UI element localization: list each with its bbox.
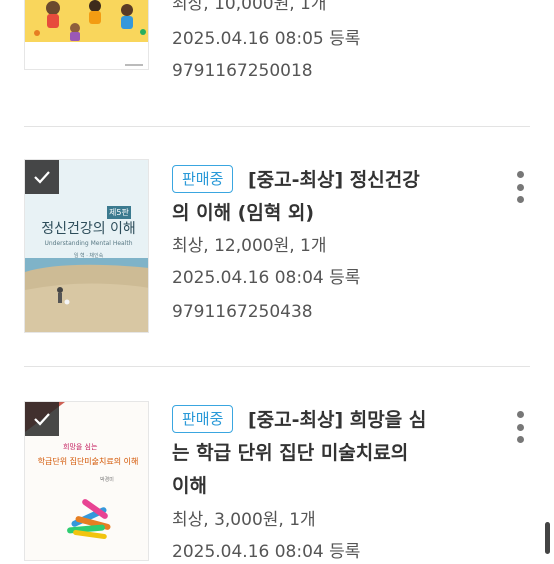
item-title-line[interactable]: [중고-최상] 희망을 심	[248, 404, 488, 436]
selected-check-icon[interactable]	[25, 160, 59, 194]
book-cover-thumbnail[interactable]	[24, 0, 149, 70]
item-title-line[interactable]: 는 학급 단위 집단 미술치료의	[172, 437, 492, 469]
cover-title: 정신건강의 이해	[41, 221, 136, 237]
status-badge: 판매중	[172, 405, 234, 433]
cover-authors: 임 혁 · 채인숙	[73, 253, 104, 259]
item-condition-price: 최상, 10,000원, 1개	[172, 0, 327, 14]
item-title-line[interactable]: 이해	[172, 470, 492, 502]
scrollbar[interactable]	[545, 522, 550, 554]
item-isbn: 9791167250438	[172, 302, 313, 322]
item-title-line[interactable]: [중고-최상] 정신건강	[248, 164, 488, 196]
cover-small-title: 희망을 심는	[63, 443, 98, 451]
item-condition-price: 최상, 3,000원, 1개	[172, 510, 316, 530]
item-registered-date: 2025.04.16 08:05 등록	[172, 29, 361, 49]
item-condition-price: 최상, 12,000원, 1개	[172, 236, 327, 256]
cover-illustration	[25, 0, 148, 69]
status-badge: 판매중	[172, 165, 234, 193]
item-registered-date: 2025.04.16 08:04 등록	[172, 268, 361, 288]
cover-author: 박경미	[100, 477, 114, 483]
divider	[24, 366, 530, 367]
item-registered-date: 2025.04.16 08:04 등록	[172, 542, 361, 562]
cover-title: 학급단위 집단미술치료의 이해	[37, 457, 139, 466]
divider	[24, 126, 530, 127]
selected-check-icon[interactable]	[25, 402, 59, 436]
item-title-line[interactable]: 의 이해 (임혁 외)	[172, 197, 492, 229]
book-cover-thumbnail[interactable]: 제5판 정신건강의 이해 Understanding Mental Health…	[24, 159, 149, 333]
more-options-icon[interactable]	[514, 411, 526, 443]
book-cover-thumbnail[interactable]: 희망을 심는 학급단위 집단미술치료의 이해 박경미	[24, 401, 149, 561]
cover-subtitle: Understanding Mental Health	[44, 240, 133, 247]
item-isbn: 9791167250018	[172, 61, 313, 81]
more-options-icon[interactable]	[514, 171, 526, 203]
